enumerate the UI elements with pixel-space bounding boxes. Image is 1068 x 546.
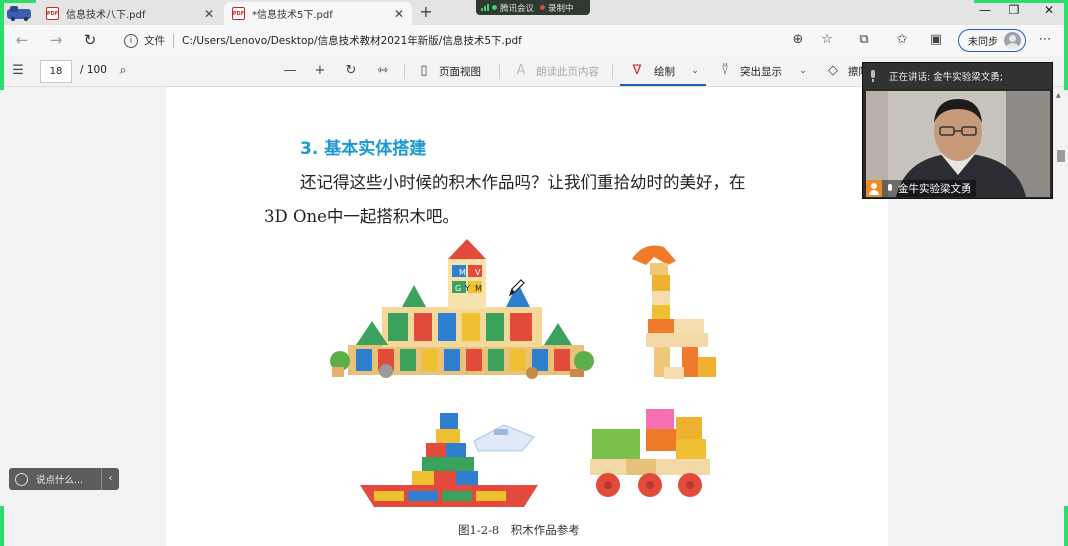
recording-border — [0, 0, 36, 3]
draw-label[interactable]: 绘制 — [654, 64, 675, 79]
extensions-icon[interactable]: ⧉ — [855, 32, 873, 47]
page-total: / 100 — [80, 64, 107, 76]
info-icon[interactable]: i — [124, 33, 138, 48]
speaking-text: 正在讲话: 金牛实验梁文勇; — [889, 72, 1003, 83]
meeting-speaker-panel[interactable]: 正在讲话: 金牛实验梁文勇; 金牛实验梁文勇 — [862, 62, 1053, 199]
recording-border — [0, 506, 4, 546]
tab-bar: PDF 信息技术八下.pdf ✕ PDF *信息技术5下.pdf ✕ + 腾讯会… — [0, 0, 1068, 25]
highlight-button[interactable]: 突出显示 — [740, 64, 782, 79]
forward-arrow-icon[interactable]: → — [46, 31, 66, 49]
close-icon[interactable]: ✕ — [204, 7, 214, 21]
fit-to-width-icon[interactable]: ⇿ — [374, 63, 392, 78]
favorite-add-icon[interactable]: ☆ — [818, 32, 836, 47]
divider — [404, 64, 405, 79]
more-options-icon[interactable]: ⋯ — [1036, 32, 1054, 47]
block-giraffe-photo — [632, 245, 716, 379]
read-aloud-button: 朗读此页内容 — [536, 66, 599, 78]
zoom-in-icon[interactable]: + — [311, 63, 329, 78]
pdf-page: 3. 基本实体搭建 还记得这些小时候的积木作品吗？让我们重拾幼时的美好，在 3D… — [166, 87, 888, 546]
tab-active-pdf[interactable]: PDF *信息技术5下.pdf ✕ — [224, 2, 412, 25]
refresh-icon[interactable]: ↻ — [80, 31, 100, 49]
divider — [173, 33, 174, 48]
recording-label: 录制中 — [548, 3, 574, 14]
signal-icon — [481, 4, 489, 11]
chat-placeholder: 说点什么... — [36, 475, 84, 486]
zoom-out-icon[interactable]: — — [281, 63, 299, 78]
close-icon[interactable]: ✕ — [394, 7, 404, 21]
meeting-chat-input[interactable]: 说点什么... ‹ — [9, 468, 119, 490]
block-letter: G — [455, 284, 461, 293]
scroll-up-icon[interactable]: ▲ — [1056, 92, 1061, 99]
url-text: C:/Users/Lenovo/Desktop/信息技术教材2021年新版/信息… — [182, 35, 522, 47]
collections-icon[interactable]: ▣ — [927, 32, 945, 47]
window-close-icon[interactable]: ✕ — [1034, 3, 1064, 17]
avatar — [1004, 32, 1021, 49]
meeting-app-name: 腾讯会议 — [500, 3, 535, 14]
back-arrow-icon[interactable]: ← — [12, 31, 32, 49]
scrollbar-thumb[interactable] — [1057, 150, 1065, 162]
recording-border — [0, 0, 4, 90]
table-of-contents-icon[interactable]: ☰ — [9, 63, 27, 78]
block-truck-photo — [590, 409, 710, 497]
draw-pen-icon[interactable]: ∇ — [628, 63, 646, 78]
page-view-button[interactable]: 页面视图 — [439, 64, 481, 79]
url-scheme-label: 文件 — [144, 35, 165, 47]
block-letter: V — [475, 268, 481, 277]
highlight-icon[interactable]: ⍢ — [716, 63, 734, 78]
page-number-input[interactable]: 18 — [40, 60, 72, 83]
plus-icon[interactable]: + — [416, 2, 436, 21]
meeting-status-pill[interactable]: 腾讯会议 录制中 — [476, 0, 590, 15]
figure-caption: 图1-2-8 积木作品参考 — [458, 523, 580, 537]
section-heading: 3. 基本实体搭建 — [300, 139, 427, 159]
speaking-status-bar: 正在讲话: 金牛实验梁文勇; — [863, 63, 1052, 89]
profile-sync-button[interactable]: 未同步 — [958, 29, 1026, 52]
recording-border — [974, 0, 1068, 3]
address-bar: ← → ↻ i 文件 C:/Users/Lenovo/Desktop/信息技术教… — [0, 25, 1068, 56]
read-aloud-icon: A — [516, 63, 526, 78]
microphone-icon — [869, 70, 877, 82]
paragraph-line: 还记得这些小时候的积木作品吗？让我们重拾幼时的美好，在 — [300, 173, 746, 192]
participant-video[interactable]: 金牛实验梁文勇 — [866, 91, 1050, 197]
tab-inactive-pdf[interactable]: PDF 信息技术八下.pdf ✕ — [38, 2, 222, 25]
tab-title: 信息技术八下.pdf — [66, 10, 146, 21]
pdf-file-icon: PDF — [232, 7, 245, 20]
search-icon[interactable]: ⌕ — [114, 63, 132, 78]
eraser-icon[interactable]: ◇ — [824, 63, 842, 78]
chevron-down-icon[interactable]: ⌄ — [794, 66, 812, 76]
pdf-file-icon: PDF — [46, 7, 59, 20]
url-field[interactable]: i 文件 C:/Users/Lenovo/Desktop/信息技术教材2021年… — [112, 29, 840, 52]
recording-border — [1064, 0, 1068, 90]
record-dot-icon — [540, 5, 546, 10]
block-boat-photo — [360, 413, 538, 507]
favorites-icon[interactable]: ✩ — [893, 32, 911, 47]
chevron-down-icon[interactable]: ⌄ — [686, 66, 704, 76]
user-icon — [866, 180, 882, 197]
recording-border — [1064, 506, 1068, 546]
tab-title: *信息技术5下.pdf — [252, 10, 333, 21]
tencent-meeting-logo-icon[interactable] — [6, 5, 34, 21]
block-castle-photo: M V G Y M — [326, 239, 598, 389]
zoom-icon[interactable]: ⊕ — [789, 32, 807, 47]
microphone-icon — [887, 183, 893, 194]
divider — [612, 64, 613, 79]
emoji-icon[interactable] — [15, 472, 28, 486]
block-letter: M — [459, 268, 466, 277]
paragraph-line: 3D One中一起搭积木吧。 — [264, 207, 459, 226]
minimize-icon[interactable]: — — [970, 3, 1000, 17]
participant-name: 金牛实验梁文勇 — [898, 183, 972, 195]
block-letter: Y — [464, 284, 470, 293]
block-letter: M — [475, 284, 482, 293]
chevron-left-icon[interactable]: ‹ — [101, 468, 119, 490]
pen-cursor-icon — [508, 279, 525, 297]
status-dot — [492, 5, 497, 10]
divider — [499, 64, 500, 79]
sync-label: 未同步 — [968, 37, 998, 48]
restore-icon[interactable]: ❐ — [999, 3, 1029, 17]
page-view-icon[interactable]: ▯ — [415, 63, 433, 78]
participant-name-tag: 金牛实验梁文勇 — [866, 180, 976, 197]
rotate-icon[interactable]: ↻ — [342, 63, 360, 78]
